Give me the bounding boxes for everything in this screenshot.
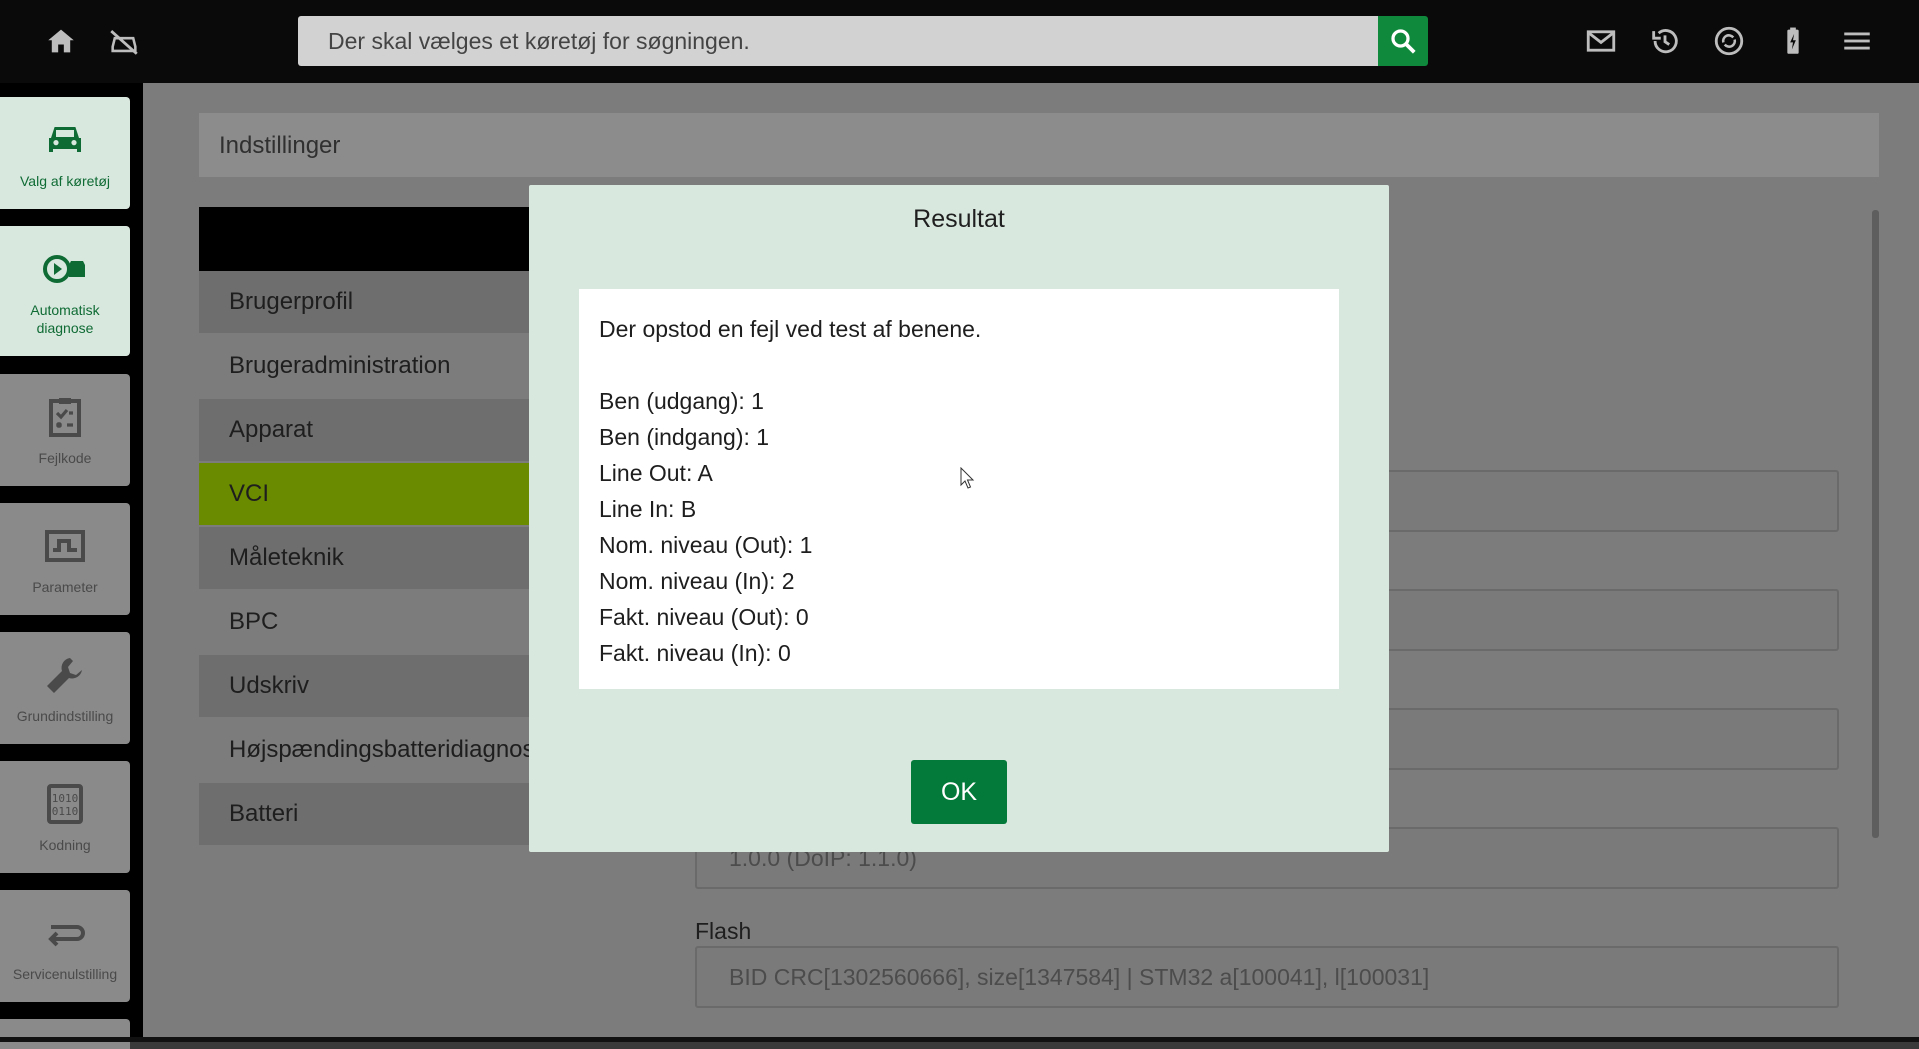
sidebar-item-basic-setting[interactable]: Grundindstilling (0, 632, 130, 744)
top-bar (0, 0, 1919, 83)
ok-button[interactable]: OK (911, 760, 1007, 824)
svg-text:0110: 0110 (52, 805, 79, 818)
menu-icon[interactable] (1838, 22, 1876, 60)
sidebar: Valg af køretøj Automatisk diagnose Fejl… (0, 83, 143, 1049)
scrollbar[interactable] (1872, 210, 1879, 838)
car-icon (41, 116, 89, 164)
service-reset-icon (41, 909, 89, 957)
mail-icon[interactable] (1582, 22, 1620, 60)
dialog-line: Nom. niveau (Out): 1 (599, 532, 813, 558)
search-input[interactable] (298, 16, 1378, 66)
sidebar-item-parameter[interactable]: Parameter (0, 503, 130, 615)
sidebar-item-coding[interactable]: 1010 0110 Kodning (0, 761, 130, 873)
wrench-icon (41, 651, 89, 699)
auto-diagnosis-icon (41, 245, 89, 293)
sidebar-item-more[interactable] (0, 1019, 130, 1049)
page-header: Indstillinger (199, 113, 1879, 177)
dialog-line: Ben (indgang): 1 (599, 424, 770, 450)
history-icon[interactable] (1646, 22, 1684, 60)
sync-icon[interactable] (1710, 22, 1748, 60)
dialog-line: Fakt. niveau (Out): 0 (599, 604, 809, 630)
flash-field: BID CRC[1302560666], size[1347584] | STM… (695, 946, 1839, 1008)
dialog-line: Line In: B (599, 496, 697, 522)
flash-label: Flash (695, 918, 752, 944)
home-icon[interactable] (42, 22, 80, 60)
dialog-spacer (599, 347, 1319, 383)
dialog-line: Nom. niveau (In): 2 (599, 568, 795, 594)
sidebar-item-auto-diagnosis[interactable]: Automatisk diagnose (0, 226, 130, 356)
battery-icon[interactable] (1774, 22, 1812, 60)
dialog-line: Fakt. niveau (In): 0 (599, 640, 791, 666)
sidebar-item-service-reset[interactable]: Servicenulstilling (0, 890, 130, 1002)
dialog-message-box: Der opstod en fejl ved test af benene. B… (579, 289, 1339, 689)
sidebar-item-fault-code[interactable]: Fejlkode (0, 374, 130, 486)
dialog-intro: Der opstod en fejl ved test af benene. (599, 316, 982, 342)
bottom-strip (0, 1037, 1919, 1042)
mouse-cursor-icon (960, 467, 975, 489)
svg-text:1010: 1010 (52, 792, 79, 805)
result-dialog: Resultat Der opstod en fejl ved test af … (529, 185, 1389, 852)
parameter-icon (41, 522, 89, 570)
no-vehicle-icon[interactable] (105, 22, 143, 60)
page-title: Indstillinger (219, 132, 341, 159)
search-button[interactable] (1378, 16, 1428, 66)
coding-icon: 1010 0110 (41, 780, 89, 828)
settings-menu-filler (199, 847, 644, 1042)
sidebar-item-vehicle-selection[interactable]: Valg af køretøj (0, 97, 130, 209)
dialog-line: Ben (udgang): 1 (599, 388, 764, 414)
fault-code-icon (41, 393, 89, 441)
dialog-line: Line Out: A (599, 460, 713, 486)
search-icon (1391, 29, 1416, 54)
dialog-title: Resultat (913, 205, 1005, 233)
